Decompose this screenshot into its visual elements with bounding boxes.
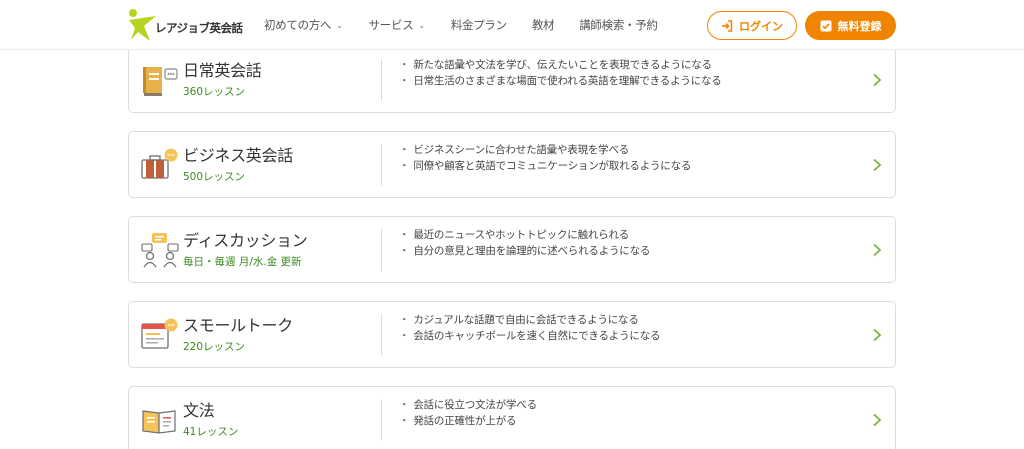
- nav-item-first-time[interactable]: 初めての方へ ⌄: [264, 17, 343, 33]
- course-benefits: 会話に役立つ文法が学べる 発話の正確性が上がる: [399, 397, 537, 429]
- course-benefits: カジュアルな話題で自由に会話できるようになる 会話のキャッチボールを速く自然にで…: [399, 312, 660, 344]
- course-benefits: ビジネスシーンに合わせた語彙や表現を学べる 同僚や顧客と英語でコミュニケーション…: [399, 142, 691, 174]
- checkbox-icon: [820, 20, 831, 31]
- nav-label: 教材: [531, 18, 555, 32]
- course-card-grammar[interactable]: 文法 41レッスン 会話に役立つ文法が学べる 発話の正確性が上がる: [128, 386, 896, 449]
- nav-item-materials[interactable]: 教材: [531, 17, 555, 33]
- logo[interactable]: レアジョブ英会話: [126, 8, 246, 44]
- course-title: スモールトーク: [183, 316, 293, 335]
- course-card-small-talk[interactable]: スモールトーク 220レッスン カジュアルな話題で自由に会話できるようになる 会…: [128, 301, 896, 368]
- benefit-item: ビジネスシーンに合わせた語彙や表現を学べる: [399, 142, 691, 158]
- site-header: レアジョブ英会話 初めての方へ ⌄ サービス ⌄ 料金プラン 教材 講師検索・予約 …: [0, 0, 1024, 50]
- register-button[interactable]: 無料登録: [805, 11, 896, 40]
- benefit-item: 自分の意見と理由を論理的に述べられるようになる: [399, 243, 650, 259]
- course-benefits: 新たな語彙や文法を学び、伝えたいことを表現できるようになる 日常生活のさまざまな…: [399, 57, 722, 89]
- divider: [381, 399, 382, 441]
- benefit-item: 会話のキャッチボールを速く自然にできるようになる: [399, 328, 660, 344]
- benefit-item: 日常生活のさまざまな場面で使われる英語を理解できるようになる: [399, 73, 721, 89]
- course-lesson-count: 220レッスン: [183, 341, 246, 353]
- browser-chat-icon: [141, 318, 178, 349]
- benefit-item: 会話に役立つ文法が学べる: [399, 397, 537, 413]
- divider: [381, 229, 382, 271]
- course-benefits: 最近のニュースやホットトピックに触れられる 自分の意見と理由を論理的に述べられる…: [399, 227, 650, 259]
- people-discussion-icon: [141, 233, 179, 268]
- divider: [381, 59, 382, 101]
- chevron-right-icon: [873, 413, 882, 427]
- chevron-down-icon: ⌄: [336, 20, 343, 30]
- chevron-down-icon: ⌄: [418, 20, 425, 30]
- course-update-schedule: 毎日・毎週 月/水.金 更新: [183, 256, 302, 268]
- course-lesson-count: 360レッスン: [183, 86, 246, 98]
- login-icon: [722, 19, 733, 32]
- course-card-discussion[interactable]: ディスカッション 毎日・毎週 月/水.金 更新 最近のニュースやホットトピックに…: [128, 216, 896, 283]
- course-title: 文法: [183, 401, 215, 420]
- course-title: ディスカッション: [183, 231, 308, 250]
- nav-item-services[interactable]: サービス ⌄: [368, 17, 426, 33]
- register-label: 無料登録: [837, 19, 882, 33]
- course-lesson-count: 500レッスン: [183, 171, 246, 183]
- nav-label: 料金プラン: [450, 18, 507, 32]
- course-lesson-count: 41レッスン: [183, 426, 239, 438]
- course-title: ビジネス英会話: [183, 146, 293, 165]
- nav-item-tutor-search[interactable]: 講師検索・予約: [579, 17, 658, 33]
- divider: [381, 314, 382, 356]
- course-card-business-english[interactable]: ビジネス英会話 500レッスン ビジネスシーンに合わせた語彙や表現を学べる 同僚…: [128, 131, 896, 198]
- nav-label: 講師検索・予約: [579, 18, 658, 32]
- login-label: ログイン: [739, 19, 783, 33]
- logo-text: レアジョブ英会話: [155, 21, 243, 35]
- chevron-right-icon: [873, 158, 882, 172]
- course-title: 日常英会話: [183, 61, 262, 80]
- briefcase-chat-icon: [141, 148, 178, 179]
- chevron-right-icon: [873, 328, 882, 342]
- benefit-item: カジュアルな話題で自由に会話できるようになる: [399, 312, 660, 328]
- book-chat-icon: [143, 67, 178, 96]
- benefit-item: 最近のニュースやホットトピックに触れられる: [399, 227, 650, 243]
- chevron-right-icon: [873, 243, 882, 257]
- open-book-icon: [142, 410, 176, 434]
- benefit-item: 新たな語彙や文法を学び、伝えたいことを表現できるようになる: [399, 57, 722, 73]
- nav-item-pricing[interactable]: 料金プラン: [451, 17, 507, 33]
- benefit-item: 同僚や顧客と英語でコミュニケーションが取れるようになる: [399, 158, 691, 174]
- login-button[interactable]: ログイン: [707, 11, 797, 40]
- benefit-item: 発話の正確性が上がる: [399, 413, 537, 429]
- main-nav: 初めての方へ ⌄ サービス ⌄ 料金プラン 教材 講師検索・予約: [264, 17, 658, 33]
- course-card-daily-conversation[interactable]: 日常英会話 360レッスン 新たな語彙や文法を学び、伝えたいことを表現できるよう…: [128, 46, 896, 113]
- nav-label: サービス: [368, 18, 414, 32]
- nav-label: 初めての方へ: [264, 18, 332, 32]
- chevron-right-icon: [873, 73, 882, 87]
- divider: [381, 144, 382, 186]
